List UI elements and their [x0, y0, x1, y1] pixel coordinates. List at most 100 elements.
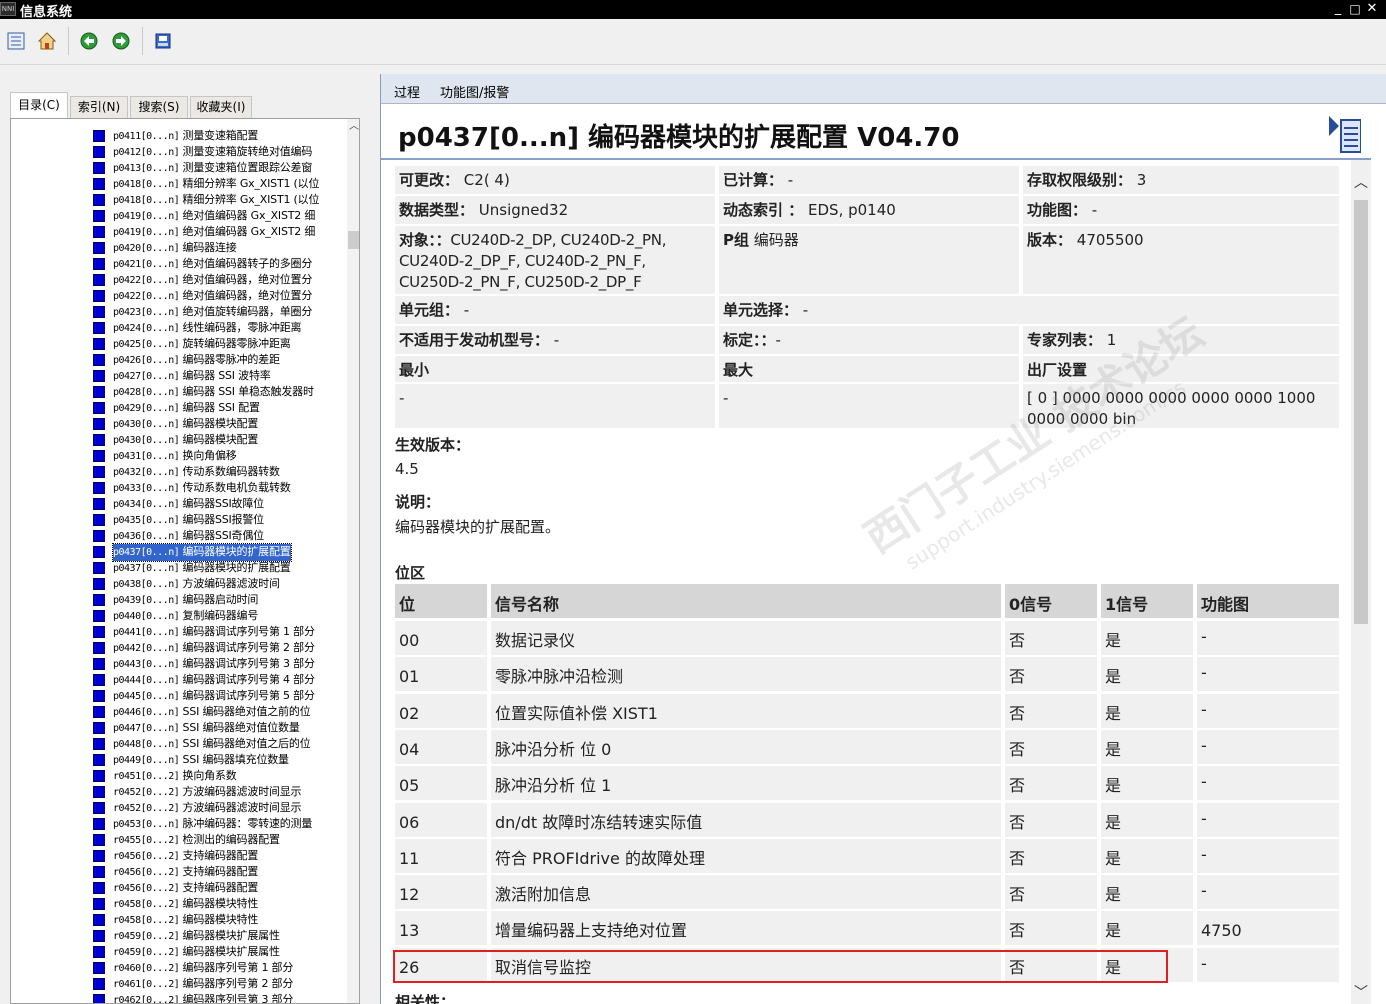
back-button[interactable]	[77, 29, 101, 53]
tab-search[interactable]: 搜索(S)	[130, 96, 188, 118]
tree-item[interactable]: p0413[0...n] 测量变速箱位置跟踪公差窗	[91, 160, 347, 176]
forward-button[interactable]	[109, 29, 133, 53]
tree-item[interactable]: p0419[0...n] 绝对值编码器 Gx_XIST2 细	[91, 208, 347, 224]
tree-item[interactable]: p0438[0...n] 方波编码器滤波时间	[91, 576, 347, 592]
tree-item-label: r0452[0...2] 方波编码器滤波时间显示	[113, 785, 302, 798]
tree-item[interactable]: r0455[0...2] 检测出的编码器配置	[91, 832, 347, 848]
tree-item-label: p0421[0...n] 绝对值编码器转子的多圈分	[113, 257, 313, 270]
tree-item[interactable]: r0460[0...2] 编码器序列号第 1 部分	[91, 960, 347, 976]
tree-item[interactable]: p0435[0...n] 编码器SSI报警位	[91, 512, 347, 528]
tree-item[interactable]: r0456[0...2] 支持编码器配置	[91, 880, 347, 896]
home-button[interactable]	[35, 29, 59, 53]
topic-book-icon	[93, 674, 105, 686]
scrollbar-thumb[interactable]	[348, 231, 359, 249]
tree-item[interactable]: p0418[0...n] 精细分辨率 Gx_XIST1 (以位	[91, 192, 347, 208]
tree-item[interactable]: p0444[0...n] 编码器调试序列号第 4 部分	[91, 672, 347, 688]
tree-item-label: r0460[0...2] 编码器序列号第 1 部分	[113, 961, 294, 974]
tree-item[interactable]: r0456[0...2] 支持编码器配置	[91, 848, 347, 864]
tree-item-label: r0456[0...2] 支持编码器配置	[113, 849, 259, 862]
topic-book-icon	[93, 706, 105, 718]
tree-item[interactable]: p0421[0...n] 绝对值编码器转子的多圈分	[91, 256, 347, 272]
tree-item[interactable]: r0459[0...2] 编码器模块扩展属性	[91, 928, 347, 944]
tree-item[interactable]: p0424[0...n] 线性编码器，零脉冲距离	[91, 320, 347, 336]
close-button[interactable]: ✕	[1364, 0, 1380, 18]
topic-book-icon	[93, 562, 105, 574]
content-scrollbar[interactable]: ︿ ﹀	[1351, 160, 1371, 1004]
header-signal-name: 信号名称	[491, 584, 1001, 618]
maximize-button[interactable]: □	[1347, 0, 1363, 18]
link-procedure[interactable]: 过程	[394, 82, 420, 101]
scroll-up-icon[interactable]: ︿	[1351, 172, 1371, 192]
tree-item[interactable]: p0436[0...n] 编码器SSI奇偶位	[91, 528, 347, 544]
tree-item[interactable]: p0411[0...n] 测量变速箱配置	[91, 128, 347, 144]
tree-item[interactable]: r0458[0...2] 编码器模块特性	[91, 896, 347, 912]
tree-item[interactable]: r0458[0...2] 编码器模块特性	[91, 912, 347, 928]
scroll-up-icon[interactable]: ︿	[347, 119, 359, 135]
topic-book-icon	[93, 290, 105, 302]
tree-item[interactable]: p0427[0...n] 编码器 SSI 波特率	[91, 368, 347, 384]
tree-item[interactable]: p0433[0...n] 传动系数电机负载转数	[91, 480, 347, 496]
tree-item[interactable]: p0442[0...n] 编码器调试序列号第 2 部分	[91, 640, 347, 656]
tab-index[interactable]: 索引(N)	[70, 96, 128, 118]
tree-item[interactable]: p0431[0...n] 换向角偏移	[91, 448, 347, 464]
prop-unit-group: 单元组： -	[395, 296, 715, 324]
tree-item[interactable]: p0445[0...n] 编码器调试序列号第 5 部分	[91, 688, 347, 704]
tree-item[interactable]: p0412[0...n] 测量变速箱旋转绝对值编码	[91, 144, 347, 160]
minimize-button[interactable]: _	[1330, 0, 1346, 18]
tree-item[interactable]: p0420[0...n] 编码器连接	[91, 240, 347, 256]
tree-item[interactable]: p0430[0...n] 编码器模块配置	[91, 432, 347, 448]
tree-item[interactable]: p0429[0...n] 编码器 SSI 配置	[91, 400, 347, 416]
page-header: p0437[0...n] 编码器模块的扩展配置 V04.70	[381, 104, 1371, 160]
tab-contents[interactable]: 目录(C)	[10, 92, 68, 119]
tree-item[interactable]: p0430[0...n] 编码器模块配置	[91, 416, 347, 432]
tree-item[interactable]: r0462[0...2] 编码器序列号第 3 部分	[91, 992, 347, 1003]
tree-item[interactable]: p0439[0...n] 编码器启动时间	[91, 592, 347, 608]
tree-item-label: p0422[0...n] 绝对值编码器，绝对位置分	[113, 273, 313, 286]
tab-favorites[interactable]: 收藏夹(I)	[190, 96, 252, 118]
tree-item[interactable]: r0452[0...2] 方波编码器滤波时间显示	[91, 784, 347, 800]
tree-item[interactable]: r0452[0...2] 方波编码器滤波时间显示	[91, 800, 347, 816]
tree-item-label: r0451[0...2] 换向角系数	[113, 769, 237, 782]
link-function-diagram[interactable]: 功能图/报警	[440, 82, 509, 101]
tree-item[interactable]: p0441[0...n] 编码器调试序列号第 1 部分	[91, 624, 347, 640]
cell-signal-0: 否	[1005, 802, 1097, 837]
tree-item[interactable]: p0425[0...n] 旋转编码器零脉冲距离	[91, 336, 347, 352]
tree-item[interactable]: r0461[0...2] 编码器序列号第 2 部分	[91, 976, 347, 992]
prop-dynamic-index: 动态索引 ： EDS, p0140	[719, 196, 1019, 224]
tree-item[interactable]: p0428[0...n] 编码器 SSI 单稳态触发器时	[91, 384, 347, 400]
topic-book-icon	[93, 386, 105, 398]
tree-item[interactable]: p0446[0...n] SSI 编码器绝对值之前的位	[91, 704, 347, 720]
tree-item[interactable]: p0448[0...n] SSI 编码器绝对值之后的位	[91, 736, 347, 752]
tree-item[interactable]: p0443[0...n] 编码器调试序列号第 3 部分	[91, 656, 347, 672]
tree-item[interactable]: p0422[0...n] 绝对值编码器，绝对位置分	[91, 272, 347, 288]
tree-item-label: p0438[0...n] 方波编码器滤波时间	[113, 577, 280, 590]
tree-item-label: p0433[0...n] 传动系数电机负载转数	[113, 481, 291, 494]
tree-item[interactable]: p0418[0...n] 精细分辨率 Gx_XIST1 (以位	[91, 176, 347, 192]
tree-item[interactable]: p0449[0...n] SSI 编码器填充位数量	[91, 752, 347, 768]
tree-item[interactable]: p0423[0...n] 绝对值旋转编码器，单圈分	[91, 304, 347, 320]
scrollbar-thumb[interactable]	[1354, 200, 1368, 624]
tree-item[interactable]: p0434[0...n] 编码器SSI故障位	[91, 496, 347, 512]
scroll-down-icon[interactable]: ﹀	[1351, 982, 1371, 1002]
tree-item[interactable]: p0422[0...n] 绝对值编码器，绝对位置分	[91, 288, 347, 304]
print-button[interactable]	[151, 29, 175, 53]
tree-item-label: p0424[0...n] 线性编码器，零脉冲距离	[113, 321, 302, 334]
pane-splitter[interactable]	[364, 74, 380, 1004]
tree-item[interactable]: p0419[0...n] 绝对值编码器 Gx_XIST2 细	[91, 224, 347, 240]
tree-scrollbar[interactable]: ︿	[347, 119, 359, 1003]
tree-item[interactable]: p0432[0...n] 传动系数编码器转数	[91, 464, 347, 480]
tree-item[interactable]: p0437[0...n] 编码器模块的扩展配置	[91, 543, 347, 562]
contents-list-button[interactable]	[4, 29, 28, 53]
tree-item[interactable]: p0437[0...n] 编码器模块的扩展配置	[91, 560, 347, 576]
tree-item-label: p0429[0...n] 编码器 SSI 配置	[113, 401, 260, 414]
tree-item-label: p0423[0...n] 绝对值旋转编码器，单圈分	[113, 305, 313, 318]
tree-item[interactable]: r0459[0...2] 编码器模块扩展属性	[91, 944, 347, 960]
cell-function-diagram: -	[1197, 657, 1339, 692]
tree-item[interactable]: r0456[0...2] 支持编码器配置	[91, 864, 347, 880]
tree-item[interactable]: p0453[0...n] 脉冲编码器：零转速的测量	[91, 816, 347, 832]
tree-item[interactable]: p0440[0...n] 复制编码器编号	[91, 608, 347, 624]
tree-item[interactable]: p0447[0...n] SSI 编码器绝对值位数量	[91, 720, 347, 736]
tree-item[interactable]: p0426[0...n] 编码器零脉冲的差距	[91, 352, 347, 368]
show-in-contents-button[interactable]	[1329, 114, 1362, 154]
tree-item[interactable]: r0451[0...2] 换向角系数	[91, 768, 347, 784]
